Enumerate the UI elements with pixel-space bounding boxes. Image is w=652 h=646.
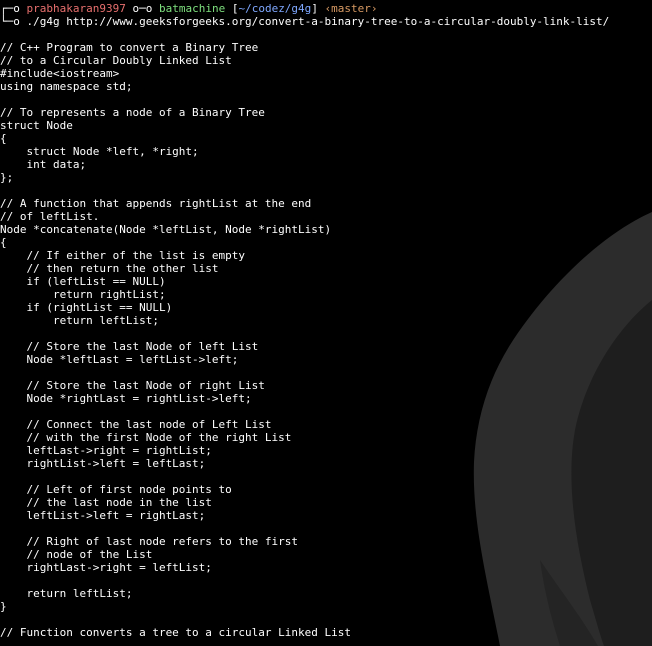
code-line: #include<iostream> (0, 67, 120, 80)
code-line: rightLast->right = leftList; (0, 561, 212, 574)
prompt-git-branch: ‹master› (324, 2, 378, 15)
prompt-directory: ~/codez/g4g (238, 2, 312, 15)
code-line: if (leftList == NULL) (0, 275, 166, 288)
code-line: leftLast->right = rightList; (0, 444, 212, 457)
prompt-host: batmachine (158, 2, 226, 15)
code-line: rightList->left = leftLast; (0, 457, 206, 470)
prompt-corner-bottom: └─o (0, 15, 27, 28)
code-line: Node *rightLast = rightList->left; (0, 392, 252, 405)
code-line: // Function converts a tree to a circula… (0, 626, 351, 639)
code-line: return leftList; (0, 587, 133, 600)
code-line: if (rightList == NULL) (0, 301, 173, 314)
code-line: leftList->left = rightLast; (0, 509, 206, 522)
prompt-corner-top: ┌─o (0, 2, 27, 15)
prompt-line-2: └─o ./g4g http://www.geeksforgeeks.org/c… (0, 15, 652, 28)
code-line: }; (0, 171, 14, 184)
prompt-line-1: ┌─o prabhakaran9397 o─o batmachine [~/co… (0, 2, 652, 15)
code-line: return leftList; (0, 314, 159, 327)
code-line: { (0, 132, 7, 145)
code-line: // A function that appends rightList at … (0, 197, 312, 210)
code-line: struct Node (0, 119, 73, 132)
code-line: } (0, 600, 7, 613)
code-line: using namespace std; (0, 80, 133, 93)
prompt-separator: o─o (125, 2, 159, 15)
code-line: // Store the last Node of left List (0, 340, 259, 353)
code-line: // Store the last Node of right List (0, 379, 265, 392)
code-line: // To represents a node of a Binary Tree (0, 106, 265, 119)
code-line: Node *concatenate(Node *leftList, Node *… (0, 223, 332, 236)
code-line: return rightList; (0, 288, 166, 301)
code-line: // Right of last node refers to the firs… (0, 535, 299, 548)
code-line: // to a Circular Doubly Linked List (0, 54, 232, 67)
code-line: // node of the List (0, 548, 153, 561)
code-line: struct Node *left, *right; (0, 145, 199, 158)
command-text: ./g4g http://www.geeksforgeeks.org/conve… (26, 15, 610, 28)
code-line: // If either of the list is empty (0, 249, 246, 262)
code-output: // C++ Program to convert a Binary Tree /… (0, 28, 652, 639)
code-line: int data; (0, 158, 87, 171)
code-line: // with the first Node of the right List (0, 431, 292, 444)
code-line: // of leftList. (0, 210, 100, 223)
code-line: // then return the other list (0, 262, 219, 275)
prompt-user: prabhakaran9397 (26, 2, 126, 15)
prompt-dir-close-bracket: ] (311, 2, 318, 15)
code-line: Node *leftLast = leftList->left; (0, 353, 239, 366)
code-line: { (0, 236, 7, 249)
code-line: // Connect the last node of Left List (0, 418, 272, 431)
code-line: // Left of first node points to (0, 483, 232, 496)
terminal-window[interactable]: ┌─o prabhakaran9397 o─o batmachine [~/co… (0, 0, 652, 646)
code-line: // the last node in the list (0, 496, 212, 509)
terminal-content: ┌─o prabhakaran9397 o─o batmachine [~/co… (0, 2, 652, 639)
prompt-space-2 (318, 2, 325, 15)
code-line: // C++ Program to convert a Binary Tree (0, 41, 259, 54)
